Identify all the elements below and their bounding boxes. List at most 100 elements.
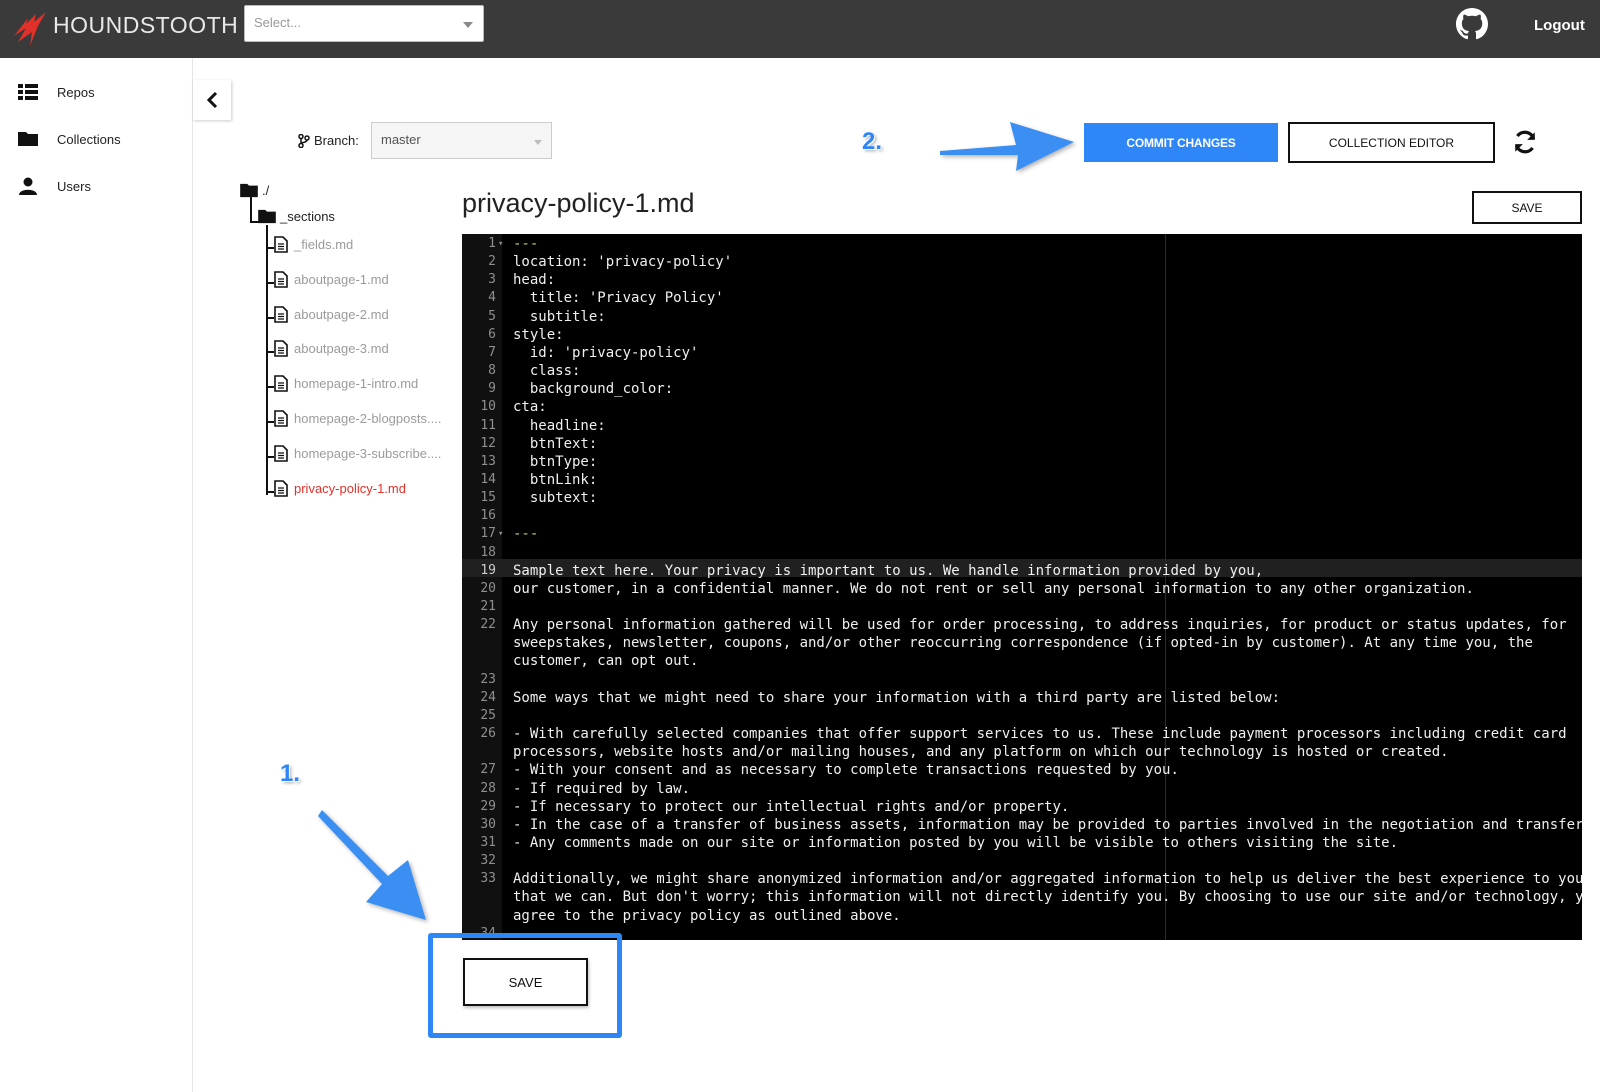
chevron-down-icon bbox=[463, 22, 473, 28]
sidebar-item-label: Users bbox=[57, 178, 91, 194]
line-number: 26 bbox=[480, 726, 496, 742]
code-editor[interactable]: 1 --- 2 location: 'privacy-policy' 3 head: 4 t… bbox=[462, 234, 1582, 940]
tree-folder-label: _sections bbox=[280, 209, 335, 224]
code-line: --- bbox=[513, 526, 539, 543]
line-number: 29 bbox=[480, 798, 496, 814]
save-button-bottom[interactable]: SAVE bbox=[463, 958, 588, 1006]
code-line: location: 'privacy-policy' bbox=[513, 254, 733, 271]
repo-select[interactable]: Select... bbox=[244, 5, 484, 42]
line-number: 18 bbox=[480, 544, 496, 560]
code-line: head: bbox=[513, 272, 556, 289]
line-number: 4 bbox=[488, 290, 496, 306]
annotation-arrow-2 bbox=[940, 122, 1074, 171]
logout-link[interactable]: Logout bbox=[1534, 17, 1585, 34]
top-navbar: HOUNDSTOOTH Select... Logout bbox=[0, 0, 1600, 58]
branch-select[interactable]: master bbox=[371, 122, 552, 159]
code-line: agree to the privacy policy as outlined … bbox=[513, 907, 901, 924]
tree-file-label: _fields.md bbox=[294, 237, 354, 252]
tree-connector bbox=[266, 247, 274, 249]
code-line: - Any comments made on our site or infor… bbox=[513, 834, 1399, 851]
refresh-icon[interactable] bbox=[1512, 129, 1538, 155]
line-number: 15 bbox=[480, 490, 496, 506]
branch-label-text: Branch: bbox=[314, 133, 359, 148]
code-line: headline: bbox=[513, 417, 606, 434]
collection-editor-button[interactable]: COLLECTION EDITOR bbox=[1288, 122, 1495, 163]
tree-file-item[interactable]: aboutpage-1.md bbox=[274, 271, 389, 288]
code-line: that we can. But don't worry; this infor… bbox=[513, 889, 1582, 906]
annotation-arrow-1 bbox=[318, 810, 426, 920]
code-line: id: 'privacy-policy' bbox=[513, 344, 699, 361]
chevron-left-icon bbox=[206, 91, 218, 109]
sidebar-item-collections[interactable]: Collections bbox=[18, 127, 121, 151]
file-icon bbox=[274, 445, 288, 462]
file-icon bbox=[274, 236, 288, 253]
tree-file-item[interactable]: _fields.md bbox=[274, 236, 353, 253]
code-line: processors, website hosts and/or mailing… bbox=[513, 744, 1449, 761]
code-line: - If required by law. bbox=[513, 780, 691, 797]
line-number: 9 bbox=[488, 381, 496, 397]
sidebar-item-users[interactable]: Users bbox=[18, 174, 91, 198]
tree-file-item[interactable]: homepage-3-subscribe.... bbox=[274, 445, 441, 462]
code-line: btnLink: bbox=[513, 471, 598, 488]
tree-connector bbox=[266, 317, 274, 319]
file-icon bbox=[274, 306, 288, 323]
line-number: 10 bbox=[480, 399, 496, 415]
sidebar: Repos Collections Users bbox=[0, 58, 193, 1092]
commit-changes-button[interactable]: COMMIT CHANGES bbox=[1084, 123, 1278, 162]
line-number: 17 bbox=[462, 525, 503, 543]
tree-file-label: privacy-policy-1.md bbox=[294, 481, 406, 496]
code-line: Additionally, we might share anonymized … bbox=[513, 871, 1582, 888]
collapse-sidebar-button[interactable] bbox=[193, 80, 231, 120]
line-number: 20 bbox=[480, 580, 496, 596]
tree-file-item[interactable]: aboutpage-2.md bbox=[274, 306, 389, 323]
tree-folder-root[interactable]: ./ bbox=[240, 183, 269, 198]
code-line: - With carefully selected companies that… bbox=[513, 726, 1567, 743]
tree-file-item[interactable]: homepage-1-intro.md bbox=[274, 375, 418, 392]
code-line: Some ways that we might need to share yo… bbox=[513, 689, 1281, 706]
code-line: btnText: bbox=[513, 435, 598, 452]
line-number: 30 bbox=[480, 816, 496, 832]
file-icon bbox=[274, 375, 288, 392]
tree-file-item[interactable]: homepage-2-blogposts.... bbox=[274, 410, 441, 427]
line-number: 28 bbox=[480, 780, 496, 796]
tree-connector bbox=[266, 351, 274, 353]
line-number: 25 bbox=[480, 707, 496, 723]
line-number: 12 bbox=[480, 435, 496, 451]
code-line: cta: bbox=[513, 399, 547, 416]
tree-file-label: aboutpage-2.md bbox=[294, 307, 389, 322]
tree-file-label: homepage-2-blogposts.... bbox=[294, 411, 442, 426]
folder-icon bbox=[18, 132, 38, 146]
tree-file-label: homepage-3-subscribe.... bbox=[294, 446, 442, 461]
code-line: Sample text here. Your privacy is import… bbox=[513, 562, 1264, 579]
tree-file-label: aboutpage-3.md bbox=[294, 341, 389, 356]
brand-name: HOUNDSTOOTH bbox=[53, 12, 239, 38]
tree-file-item[interactable]: privacy-policy-1.md bbox=[274, 480, 406, 497]
code-line: sweepstakes, newsletter, coupons, and/or… bbox=[513, 635, 1533, 652]
code-line: Any personal information gathered will b… bbox=[513, 617, 1567, 634]
tree-connector bbox=[266, 282, 274, 284]
git-branch-icon bbox=[298, 133, 310, 148]
tree-connector bbox=[266, 491, 274, 493]
line-number: 19 bbox=[480, 562, 496, 578]
line-number: 6 bbox=[488, 326, 496, 342]
tree-file-item[interactable]: aboutpage-3.md bbox=[274, 340, 389, 357]
folder-icon bbox=[258, 209, 276, 224]
code-line: subtext: bbox=[513, 490, 598, 507]
line-number: 5 bbox=[488, 308, 496, 324]
tree-connector bbox=[266, 456, 274, 458]
line-number: 33 bbox=[480, 871, 496, 887]
file-icon bbox=[274, 271, 288, 288]
line-number: 2 bbox=[488, 254, 496, 270]
code-line: --- bbox=[513, 236, 539, 252]
annotation-step-1: 1. bbox=[280, 760, 301, 787]
tree-folder-label: ./ bbox=[262, 183, 270, 198]
save-button-top[interactable]: SAVE bbox=[1472, 191, 1582, 224]
sidebar-item-label: Repos bbox=[57, 84, 95, 100]
line-number: 14 bbox=[480, 471, 496, 487]
tree-folder-sections[interactable]: _sections bbox=[258, 209, 335, 224]
tree-file-label: aboutpage-1.md bbox=[294, 272, 389, 287]
sidebar-item-repos[interactable]: Repos bbox=[18, 80, 95, 104]
github-icon[interactable] bbox=[1456, 8, 1488, 40]
line-number: 22 bbox=[480, 617, 496, 633]
chevron-down-icon bbox=[534, 140, 542, 145]
